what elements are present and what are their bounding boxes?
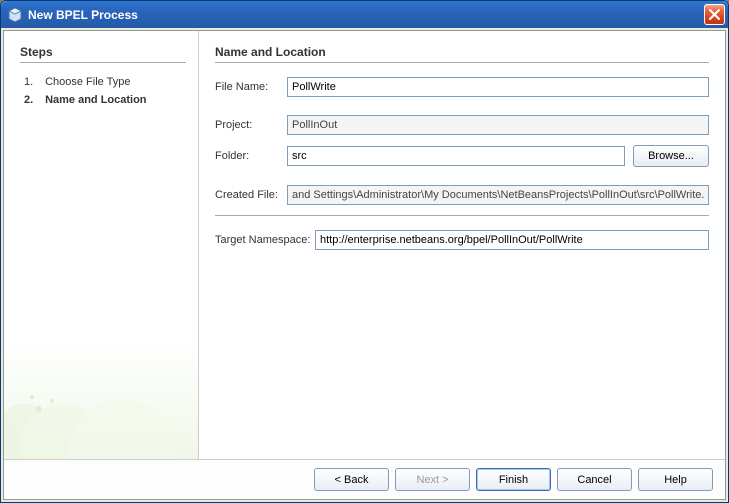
cancel-button[interactable]: Cancel <box>557 468 632 491</box>
app-icon <box>7 7 23 23</box>
finish-button[interactable]: Finish <box>476 468 551 491</box>
button-bar: < Back Next > Finish Cancel Help <box>4 459 725 499</box>
form-heading: Name and Location <box>215 45 709 59</box>
namespace-label: Target Namespace: <box>215 234 315 246</box>
steps-list: 1. Choose File Type 2. Name and Location <box>20 73 186 109</box>
steps-sidebar: Steps 1. Choose File Type 2. Name and Lo… <box>4 31 199 459</box>
project-label: Project: <box>215 119 287 131</box>
step-choose-file-type: 1. Choose File Type <box>20 73 186 91</box>
namespace-input[interactable] <box>315 230 709 250</box>
sidebar-decoration <box>4 339 198 459</box>
back-button[interactable]: < Back <box>314 468 389 491</box>
help-button[interactable]: Help <box>638 468 713 491</box>
form-panel: Name and Location File Name: Project: Fo… <box>199 31 725 459</box>
content-area: Steps 1. Choose File Type 2. Name and Lo… <box>3 30 726 500</box>
close-button[interactable] <box>704 4 725 25</box>
browse-button[interactable]: Browse... <box>633 145 709 167</box>
created-file-field <box>287 185 709 205</box>
titlebar[interactable]: New BPEL Process <box>1 1 728 28</box>
file-name-label: File Name: <box>215 81 287 93</box>
folder-input[interactable] <box>287 146 625 166</box>
created-file-label: Created File: <box>215 189 287 201</box>
folder-label: Folder: <box>215 150 287 162</box>
steps-heading: Steps <box>20 45 186 59</box>
next-button: Next > <box>395 468 470 491</box>
window-title: New BPEL Process <box>28 8 704 22</box>
file-name-input[interactable] <box>287 77 709 97</box>
wizard-window: New BPEL Process Steps 1. Choose File Ty… <box>0 0 729 503</box>
close-icon <box>709 9 720 20</box>
project-field <box>287 115 709 135</box>
step-name-and-location: 2. Name and Location <box>20 91 186 109</box>
